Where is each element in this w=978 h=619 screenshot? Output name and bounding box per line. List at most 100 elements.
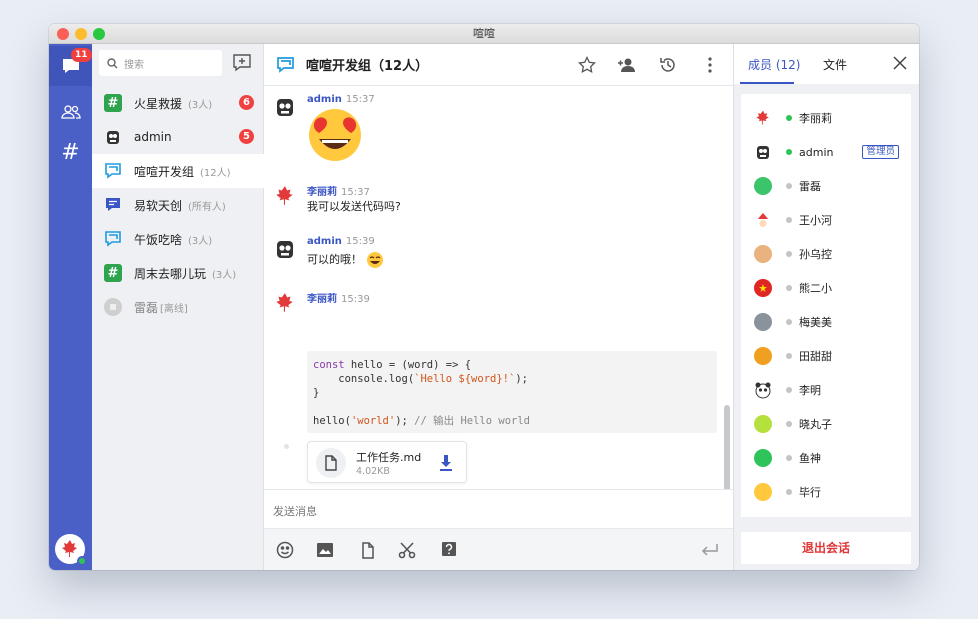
screenshot-button[interactable] <box>397 540 417 560</box>
offline-status-dot <box>786 387 792 393</box>
unread-badge: 5 <box>239 129 254 144</box>
title-bar: 喧喧 <box>49 24 919 44</box>
close-panel-button[interactable] <box>891 54 909 72</box>
member-item[interactable]: 雷磊 <box>741 169 911 203</box>
send-button[interactable] <box>700 540 720 560</box>
code-text: hello( <box>313 415 351 427</box>
minimize-window-button[interactable] <box>75 28 87 40</box>
member-item[interactable]: 熊二小 <box>741 271 911 305</box>
code-text: ); <box>395 415 415 427</box>
help-button[interactable] <box>439 540 459 560</box>
conversation-item[interactable]: 易软天创 (所有人) <box>92 188 264 222</box>
star-icon <box>578 56 596 74</box>
message-scrollbar[interactable] <box>724 405 730 489</box>
member-item[interactable]: 田甜甜 <box>741 339 911 373</box>
exit-conversation-button[interactable]: 退出会话 <box>741 532 911 564</box>
chat-icon <box>104 230 122 248</box>
admin-tag: 管理员 <box>862 145 899 159</box>
member-item[interactable]: 王小河 <box>741 203 911 237</box>
offline-status-dot <box>786 353 792 359</box>
app-window: 喧喧 11 # 搜索 # 火星救援 (3人) 6 admin 5 喧喧开发组 (… <box>49 24 919 570</box>
user-avatar <box>754 313 772 331</box>
close-window-button[interactable] <box>57 28 69 40</box>
message-text-content: 可以的哦！ <box>307 253 362 266</box>
file-size: 4.02KB <box>356 466 390 477</box>
message-meta: admin 15:39 <box>307 236 375 247</box>
more-vertical-icon <box>708 57 712 73</box>
history-icon <box>660 58 675 72</box>
member-panel: 成员 (12) 文件 李丽莉 admin 管理员 雷磊 王小河 孙乌控 熊二小 … <box>733 44 919 570</box>
member-item[interactable]: admin 管理员 <box>741 135 911 169</box>
message-author: 李丽莉 <box>307 187 337 198</box>
conversation-item[interactable]: admin 5 <box>92 120 264 154</box>
conversation-item[interactable]: 雷磊 [离线] <box>92 290 264 324</box>
unread-badge: 6 <box>239 95 254 110</box>
message-time: 15:39 <box>345 236 375 247</box>
nav-chats[interactable]: 11 <box>49 46 92 86</box>
history-button[interactable] <box>658 55 678 75</box>
help-icon <box>442 542 456 556</box>
member-name: 梅美美 <box>799 316 832 329</box>
member-name: 王小河 <box>799 214 832 227</box>
conversation-item[interactable]: 午饭吃啥 (3人) <box>92 222 264 256</box>
member-item[interactable]: 鱼神 <box>741 441 911 475</box>
member-item[interactable]: 毕行 <box>741 475 911 509</box>
file-attachment[interactable]: 工作任务.md 4.02KB <box>307 441 467 483</box>
message-input[interactable]: 发送消息 <box>264 489 733 529</box>
nav-groups[interactable]: # <box>49 132 92 172</box>
active-tab-indicator <box>740 82 794 84</box>
maximize-window-button[interactable] <box>93 28 105 40</box>
message-text: 我可以发送代码吗? <box>307 200 401 213</box>
contacts-icon <box>60 105 81 119</box>
member-name: 毕行 <box>799 486 821 499</box>
member-name: 鱼神 <box>799 452 821 465</box>
more-options-button[interactable] <box>700 55 720 75</box>
hash-icon: # <box>61 139 80 165</box>
chat-panel: 喧喧开发组（12人） admin 15:37 李丽莉 15:37 我可以发送代码… <box>264 44 733 570</box>
emoji-button[interactable] <box>275 540 295 560</box>
code-text: ); <box>515 373 528 385</box>
flag-avatar <box>754 279 772 297</box>
star-button[interactable] <box>577 55 597 75</box>
search-input[interactable]: 搜索 <box>99 50 222 76</box>
conversation-item[interactable]: # 火星救援 (3人) 6 <box>92 86 264 120</box>
member-item[interactable]: 晓丸子 <box>741 407 911 441</box>
conversation-name: 雷磊 <box>134 300 159 315</box>
chat-icon <box>104 162 122 180</box>
file-button[interactable] <box>358 540 378 560</box>
my-avatar[interactable] <box>55 534 87 566</box>
member-item[interactable]: 孙乌控 <box>741 237 911 271</box>
offline-status-dot <box>786 319 792 325</box>
conversation-count: (3人) <box>212 269 237 281</box>
tab-members[interactable]: 成员 (12) <box>748 56 800 73</box>
download-icon <box>440 455 452 471</box>
composer-toolbar <box>264 528 733 570</box>
user-avatar <box>754 347 772 365</box>
member-item[interactable]: 李丽莉 <box>741 101 911 135</box>
user-avatar <box>754 245 772 263</box>
conversation-item[interactable]: # 周末去哪儿玩 (3人) <box>92 256 264 290</box>
conversation-item-active[interactable]: 喧喧开发组 (12人) <box>92 154 264 188</box>
message-author: admin <box>307 94 342 105</box>
download-button[interactable] <box>438 454 454 472</box>
online-status-dot <box>786 149 792 155</box>
image-button[interactable] <box>315 540 335 560</box>
maple-leaf-avatar <box>754 109 772 127</box>
member-item[interactable]: 梅美美 <box>741 305 911 339</box>
code-block: const hello = (word) => { console.log(`H… <box>307 351 717 433</box>
hash-icon: # <box>104 94 122 112</box>
new-chat-button[interactable] <box>232 53 252 73</box>
panda-avatar <box>754 381 772 399</box>
message-author: admin <box>307 236 342 247</box>
member-name: 田甜甜 <box>799 350 832 363</box>
code-text: hello = (word) => { <box>344 359 472 371</box>
conversation-count: (3人) <box>188 235 213 247</box>
close-icon <box>893 56 907 70</box>
offline-status-dot <box>786 217 792 223</box>
file-name: 工作任务.md <box>356 451 422 464</box>
add-member-button[interactable] <box>617 55 637 75</box>
conversation-name: 喧喧开发组 <box>134 164 195 179</box>
nav-contacts[interactable] <box>49 92 92 132</box>
member-item[interactable]: 李明 <box>741 373 911 407</box>
tab-files[interactable]: 文件 <box>823 56 847 73</box>
